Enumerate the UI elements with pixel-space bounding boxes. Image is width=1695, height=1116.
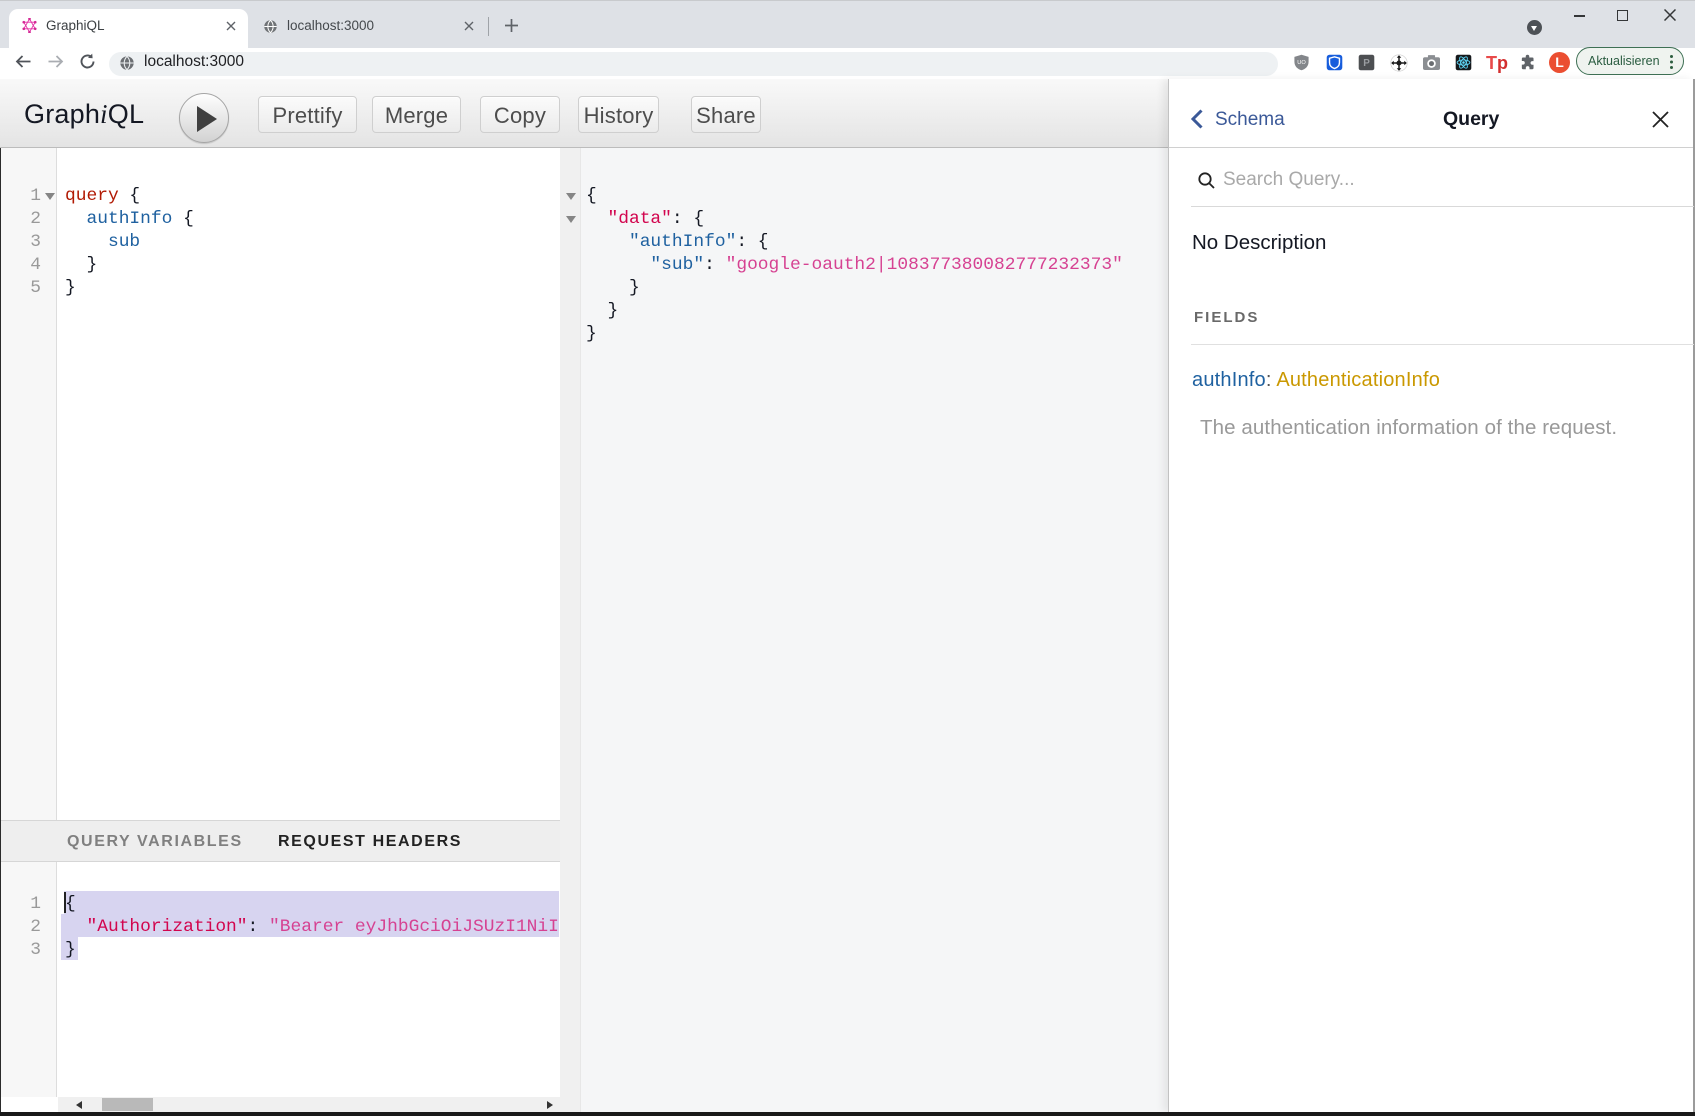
svg-text:P: P (1363, 58, 1370, 69)
svg-text:UO: UO (1297, 60, 1306, 66)
